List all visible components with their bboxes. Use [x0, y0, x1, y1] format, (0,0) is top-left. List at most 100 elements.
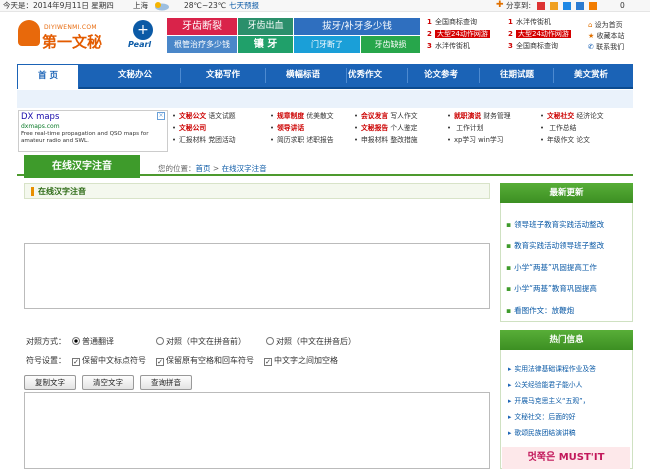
rank-link[interactable]: 3 全国商标查询 [508, 41, 558, 52]
hot-item[interactable]: ▸ 公关经验能君子能小人 [508, 379, 582, 389]
rank-link[interactable]: 1 全国商标查询 [427, 17, 477, 28]
set-homepage-link[interactable]: ⌂ 设为首页 [588, 20, 623, 31]
category-link-cell[interactable]: • 文秘社交 经济论文 [540, 111, 604, 122]
qzone-icon[interactable] [550, 2, 558, 10]
latest-item[interactable]: ▪ 领导班子教育实践活动整改 [506, 219, 604, 230]
category-link-cell[interactable]: • 文秘报告 个人鉴定 [354, 123, 418, 134]
rank-link[interactable]: 2 大型24动作网游 [427, 29, 490, 40]
hot-item[interactable]: ▸ 实用法律基础课程作业及答 [508, 363, 596, 373]
check-keep-space[interactable]: ✓ 保留原有空格和回车符号 [156, 355, 254, 367]
category-link[interactable]: 申报材料 [361, 136, 388, 144]
radio-cn-after[interactable]: 对照（中文在拼音后） [266, 336, 356, 348]
nav-papers[interactable]: 论文参考 [413, 64, 469, 87]
copy-text-button[interactable]: 复制文字 [24, 375, 76, 390]
site-logo[interactable]: DIYIWENMI.COM 第一文秘 [18, 18, 118, 56]
category-link[interactable]: 工作计划 [456, 124, 483, 132]
category-link[interactable]: 规章制度 [277, 112, 304, 120]
category-link[interactable]: 述职报告 [306, 136, 333, 144]
category-link-cell[interactable]: • 年级作文 论文 [540, 135, 590, 146]
sidebar-ad[interactable]: 멋쭉은 MUST'IT [502, 447, 630, 469]
category-link-cell[interactable]: • 申报材料 整改措施 [354, 135, 418, 146]
hot-item[interactable]: ▸ 文秘社交：后面的好 [508, 411, 576, 421]
check-keep-punct[interactable]: ✓ 保留中文标点符号 [72, 355, 146, 367]
category-link[interactable]: 文秘报告 [361, 124, 388, 132]
category-link[interactable]: 整改措施 [390, 136, 417, 144]
ad-tooth-defect[interactable]: 牙齿缺损 [361, 36, 420, 53]
douban-icon[interactable] [589, 2, 597, 10]
ad-extraction-price[interactable]: 拔牙/补牙多少钱 [294, 18, 420, 35]
nav-home[interactable]: 首 页 [17, 64, 79, 89]
category-link-cell[interactable]: • 简历求职 述职报告 [270, 135, 334, 146]
ad-root-canal[interactable]: 根管治疗多少钱 [167, 36, 237, 53]
category-link[interactable]: 文秘公文 [179, 112, 206, 120]
contact-link[interactable]: ✆ 联系我们 [588, 42, 624, 53]
check-add-space[interactable]: ✓ 中文字之间加空格 [264, 355, 338, 367]
renren-icon[interactable] [576, 2, 584, 10]
forecast-link[interactable]: 七天预报 [229, 0, 259, 12]
hot-item[interactable]: ▸ 歌颂民族团结演讲稿 [508, 427, 576, 437]
ad-dental-crown[interactable]: 镶 牙 [238, 36, 293, 53]
breadcrumb-current[interactable]: 在线汉字注音 [222, 164, 267, 173]
nav-exams[interactable]: 往期试题 [489, 64, 545, 87]
category-link[interactable]: 汇报材料 [179, 136, 206, 144]
category-link[interactable]: 工作总结 [549, 124, 576, 132]
category-link-cell[interactable]: • 就职演说 财务管理 [447, 111, 511, 122]
ad-close-icon[interactable]: × [157, 112, 165, 120]
category-link[interactable]: 简历求职 [277, 136, 304, 144]
favorite-link[interactable]: ★ 收藏本站 [588, 31, 625, 42]
nav-slogans[interactable]: 横幅标语 [275, 64, 331, 87]
category-link-cell[interactable]: • 文秘公文 语文试题 [172, 111, 236, 122]
category-link-cell[interactable]: • 工作总结 [540, 123, 576, 134]
input-textarea[interactable] [24, 243, 490, 309]
radio-normal[interactable]: 普通翻译 [72, 336, 114, 348]
pearl-logo[interactable]: + Pearl [128, 18, 158, 52]
category-link[interactable]: 经济论文 [576, 112, 603, 120]
category-link[interactable]: 财务管理 [483, 112, 510, 120]
weibo-icon[interactable] [537, 2, 545, 10]
radio-cn-before[interactable]: 对照（中文在拼音前） [156, 336, 246, 348]
category-link[interactable]: 会议发言 [361, 112, 388, 120]
output-textarea[interactable] [24, 392, 490, 469]
category-link-cell[interactable]: • 工作计划 [447, 123, 483, 134]
share-plus-icon[interactable]: ✚ [496, 1, 504, 10]
category-link[interactable]: 年级作文 [547, 136, 574, 144]
category-link-cell[interactable]: • 文秘公司 [172, 123, 206, 134]
category-link[interactable]: 文秘社交 [547, 112, 574, 120]
category-link[interactable]: 语文试题 [208, 112, 235, 120]
category-link[interactable]: win学习 [478, 136, 503, 144]
category-link[interactable]: 就职演说 [454, 112, 481, 120]
category-link[interactable]: 领导讲话 [277, 124, 304, 132]
ad-gum-bleeding[interactable]: 牙齿出血 [238, 18, 293, 35]
category-link-cell[interactable]: • 汇报材料 党团活动 [172, 135, 236, 146]
category-link[interactable]: 论文 [576, 136, 590, 144]
category-link-cell[interactable]: • 会议发言 写人作文 [354, 111, 418, 122]
category-link-cell[interactable]: • 领导讲话 [270, 123, 304, 134]
category-link[interactable]: 写人作文 [390, 112, 417, 120]
category-link-cell[interactable]: • 规章制度 优美散文 [270, 111, 334, 122]
query-pinyin-button[interactable]: 查询拼音 [140, 375, 192, 390]
nav-articles[interactable]: 美文赏析 [561, 64, 621, 87]
nav-office[interactable]: 文秘办公 [107, 64, 163, 87]
category-link[interactable]: 文秘公司 [179, 124, 206, 132]
rank-link[interactable]: 2 大型24动作网游 [508, 29, 571, 40]
latest-item[interactable]: ▪ 教育实践活动领导班子整改 [506, 240, 604, 251]
latest-item[interactable]: ▪ 小学“两基”教育巩固提高 [506, 283, 597, 294]
category-link[interactable]: 优美散文 [306, 112, 333, 120]
tencent-icon[interactable] [563, 2, 571, 10]
clear-text-button[interactable]: 清空文字 [82, 375, 134, 390]
rank-link[interactable]: 3 水泮传街机 [427, 41, 470, 52]
breadcrumb-home[interactable]: 首页 [196, 164, 211, 173]
latest-item[interactable]: ▪ 看图作文：放鞭炮 [506, 305, 574, 316]
ad-broken-tooth[interactable]: 门牙断了 [294, 36, 360, 53]
category-link[interactable]: 个人鉴定 [390, 124, 417, 132]
category-link[interactable]: 党团活动 [208, 136, 235, 144]
ad-tooth-fracture[interactable]: 牙齿断裂 [167, 18, 237, 35]
nav-writing[interactable]: 文秘写作 [195, 64, 251, 87]
dxmaps-ad[interactable]: DX maps dxmaps.com Free real-time propag… [18, 110, 168, 152]
category-link-cell[interactable]: • xp学习 win学习 [447, 135, 503, 146]
rank-link[interactable]: 1 水泮传街机 [508, 17, 551, 28]
latest-item[interactable]: ▪ 小学“两基”巩固提高工作 [506, 262, 597, 273]
ad-title[interactable]: DX maps [21, 112, 59, 122]
nav-essays[interactable]: 优秀作文 [337, 64, 393, 87]
hot-item[interactable]: ▸ 开展马克思主义“五观”， [508, 395, 589, 405]
